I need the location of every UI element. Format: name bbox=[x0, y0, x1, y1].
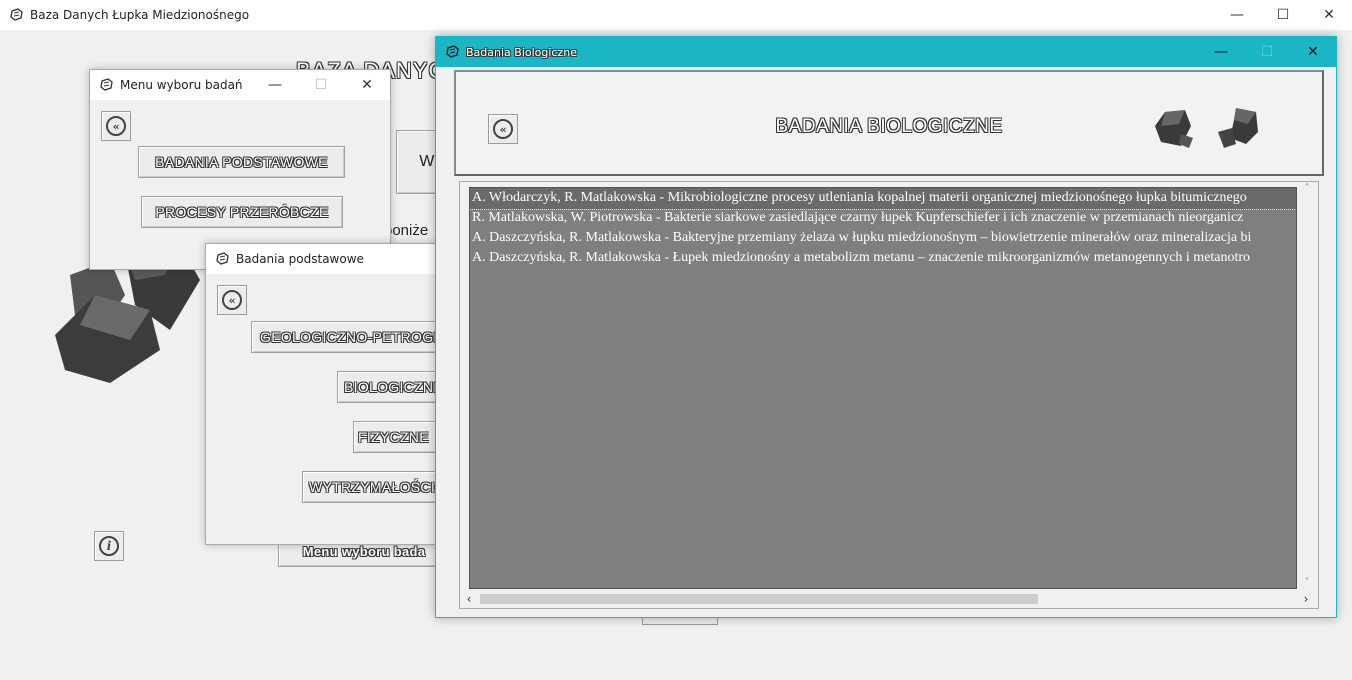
basic-research-button[interactable]: BADANIA PODSTAWOWE bbox=[138, 146, 345, 178]
main-w-button-label: W bbox=[419, 153, 435, 170]
app-icon bbox=[100, 78, 113, 91]
scroll-right-icon[interactable]: › bbox=[1299, 591, 1313, 607]
main-menu-button-label: Menu wyboru bada bbox=[302, 543, 426, 559]
maximize-icon: ☐ bbox=[314, 77, 328, 93]
main-titlebar: Baza Danych Łupka Miedzionośnego — ☐ ✕ bbox=[0, 0, 1352, 30]
scroll-left-icon[interactable]: ‹ bbox=[462, 591, 476, 607]
rock-icon bbox=[1155, 110, 1193, 148]
minimize-icon[interactable]: — bbox=[1198, 37, 1244, 67]
app-icon bbox=[10, 8, 23, 21]
bio-window-title: Badania Biologiczne bbox=[466, 45, 577, 59]
publication-list[interactable]: A. Włodarczyk, R. Matlakowska - Mikrobio… bbox=[469, 187, 1297, 589]
maximize-icon[interactable]: ☐ bbox=[1260, 0, 1306, 30]
bio-window: Badania Biologiczne — ☐ ✕ « BADANIA BIOL… bbox=[435, 36, 1337, 618]
double-chevron-left-icon: « bbox=[222, 290, 242, 310]
basic-back-button[interactable]: « bbox=[217, 285, 247, 315]
menu-titlebar: Menu wyboru badań — ☐ ✕ bbox=[90, 70, 390, 100]
publication-list-frame: A. Włodarczyk, R. Matlakowska - Mikrobio… bbox=[459, 181, 1319, 609]
scroll-up-icon[interactable]: ˄ bbox=[1299, 182, 1315, 196]
basic-window: Badania podstawowe « GEOLOGICZNO-PETROGR… bbox=[205, 243, 445, 545]
menu-window-title: Menu wyboru badań bbox=[120, 78, 243, 92]
maximize-icon[interactable]: ☐ bbox=[1244, 37, 1290, 67]
minimize-icon[interactable]: — bbox=[252, 70, 298, 100]
strength-button[interactable]: WYTRZYMAŁOŚCIOWE bbox=[302, 471, 444, 503]
geo-petro-button[interactable]: GEOLOGICZNO-PETROGRAFICZNE bbox=[251, 321, 444, 353]
menu-window: Menu wyboru badań — ☐ ✕ « BADANIA PODSTA… bbox=[89, 69, 391, 270]
menu-back-button[interactable]: « bbox=[101, 111, 131, 141]
physics-label: FIZYCZNE bbox=[358, 429, 429, 445]
vertical-scrollbar[interactable]: ˄ ˅ bbox=[1299, 182, 1315, 590]
bio-header-panel: « BADANIA BIOLOGICZNE bbox=[454, 70, 1324, 176]
basic-titlebar: Badania podstawowe bbox=[206, 244, 444, 274]
basic-window-title: Badania podstawowe bbox=[236, 252, 364, 266]
biology-button[interactable]: BIOLOGICZNE bbox=[337, 371, 444, 403]
info-button[interactable]: i bbox=[94, 531, 124, 561]
processing-button[interactable]: PROCESY PRZERÓBCZE bbox=[141, 196, 343, 228]
publication-item[interactable]: A. Daszczyńska, R. Matlakowska - Łupek m… bbox=[470, 249, 1296, 269]
geo-petro-label: GEOLOGICZNO-PETROGRAFICZNE bbox=[260, 329, 444, 345]
info-icon: i bbox=[99, 536, 119, 556]
app-icon bbox=[446, 45, 459, 58]
close-icon[interactable]: ✕ bbox=[1290, 37, 1336, 67]
publication-item[interactable]: A. Daszczyńska, R. Matlakowska - Baktery… bbox=[470, 229, 1296, 249]
app-icon bbox=[216, 252, 229, 265]
physics-button[interactable]: FIZYCZNE bbox=[353, 421, 444, 453]
rock-icon-alt bbox=[1218, 108, 1258, 148]
basic-research-label: BADANIA PODSTAWOWE bbox=[155, 154, 328, 170]
publication-item[interactable]: A. Włodarczyk, R. Matlakowska - Mikrobio… bbox=[470, 188, 1296, 210]
publication-item[interactable]: R. Matlakowska, W. Piotrowska - Bakterie… bbox=[470, 209, 1296, 229]
horizontal-scroll-thumb[interactable] bbox=[480, 594, 1038, 604]
close-icon[interactable]: ✕ bbox=[344, 70, 390, 100]
horizontal-scrollbar[interactable]: ‹ › bbox=[460, 591, 1315, 607]
bio-titlebar: Badania Biologiczne — ☐ ✕ bbox=[436, 37, 1336, 67]
strength-label: WYTRZYMAŁOŚCIOWE bbox=[309, 479, 444, 495]
close-icon[interactable]: ✕ bbox=[1306, 0, 1352, 30]
processing-label: PROCESY PRZERÓBCZE bbox=[155, 204, 329, 220]
biology-label: BIOLOGICZNE bbox=[344, 379, 443, 395]
main-window-title: Baza Danych Łupka Miedzionośnego bbox=[30, 8, 250, 22]
scroll-down-icon[interactable]: ˅ bbox=[1299, 576, 1315, 590]
minimize-icon[interactable]: — bbox=[1214, 0, 1260, 30]
double-chevron-left-icon: « bbox=[106, 116, 126, 136]
